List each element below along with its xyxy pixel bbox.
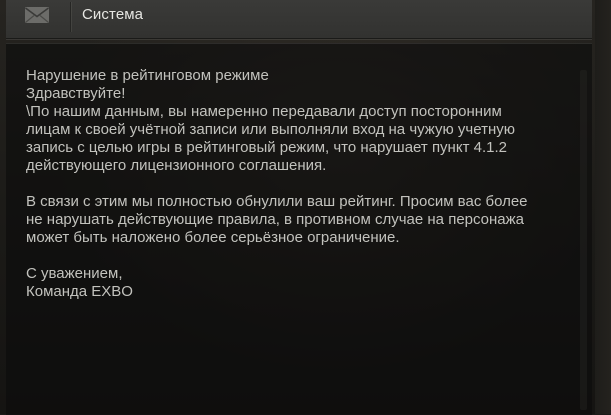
- letter-line: может быть наложено более серьёзное огра…: [26, 229, 400, 246]
- header-divider: [70, 2, 71, 32]
- envelope-icon: [24, 5, 50, 25]
- letter-subject: Нарушение в рейтинговом режиме: [26, 67, 269, 84]
- scrollbar-track[interactable]: [580, 70, 587, 410]
- letter-line: запись с целью игры в рейтинговый режим,…: [26, 139, 507, 156]
- mail-header: Система: [6, 0, 592, 39]
- letter-line: лицам к своей учётной записи или выполня…: [26, 121, 515, 138]
- letter-signature: Команда EXBO: [26, 283, 133, 300]
- letter-closing: С уважением,: [26, 265, 123, 282]
- mail-window: Система Нарушение в рейтинговом режиме З…: [6, 0, 592, 415]
- letter-text: Нарушение в рейтинговом режиме Здравству…: [26, 67, 571, 301]
- background-edge: [595, 0, 611, 414]
- mail-body[interactable]: Нарушение в рейтинговом режиме Здравству…: [6, 43, 592, 415]
- letter-line: действующего лицензионного соглашения.: [26, 157, 327, 174]
- sender-name: Система: [82, 6, 144, 23]
- letter-line: не нарушать действующие правила, в проти…: [26, 211, 525, 228]
- letter-line: В связи с этим мы полностью обнулили ваш…: [26, 193, 528, 210]
- letter-line: \По нашим данным, вы намеренно передавал…: [26, 103, 502, 120]
- letter-greeting: Здравствуйте!: [26, 85, 126, 102]
